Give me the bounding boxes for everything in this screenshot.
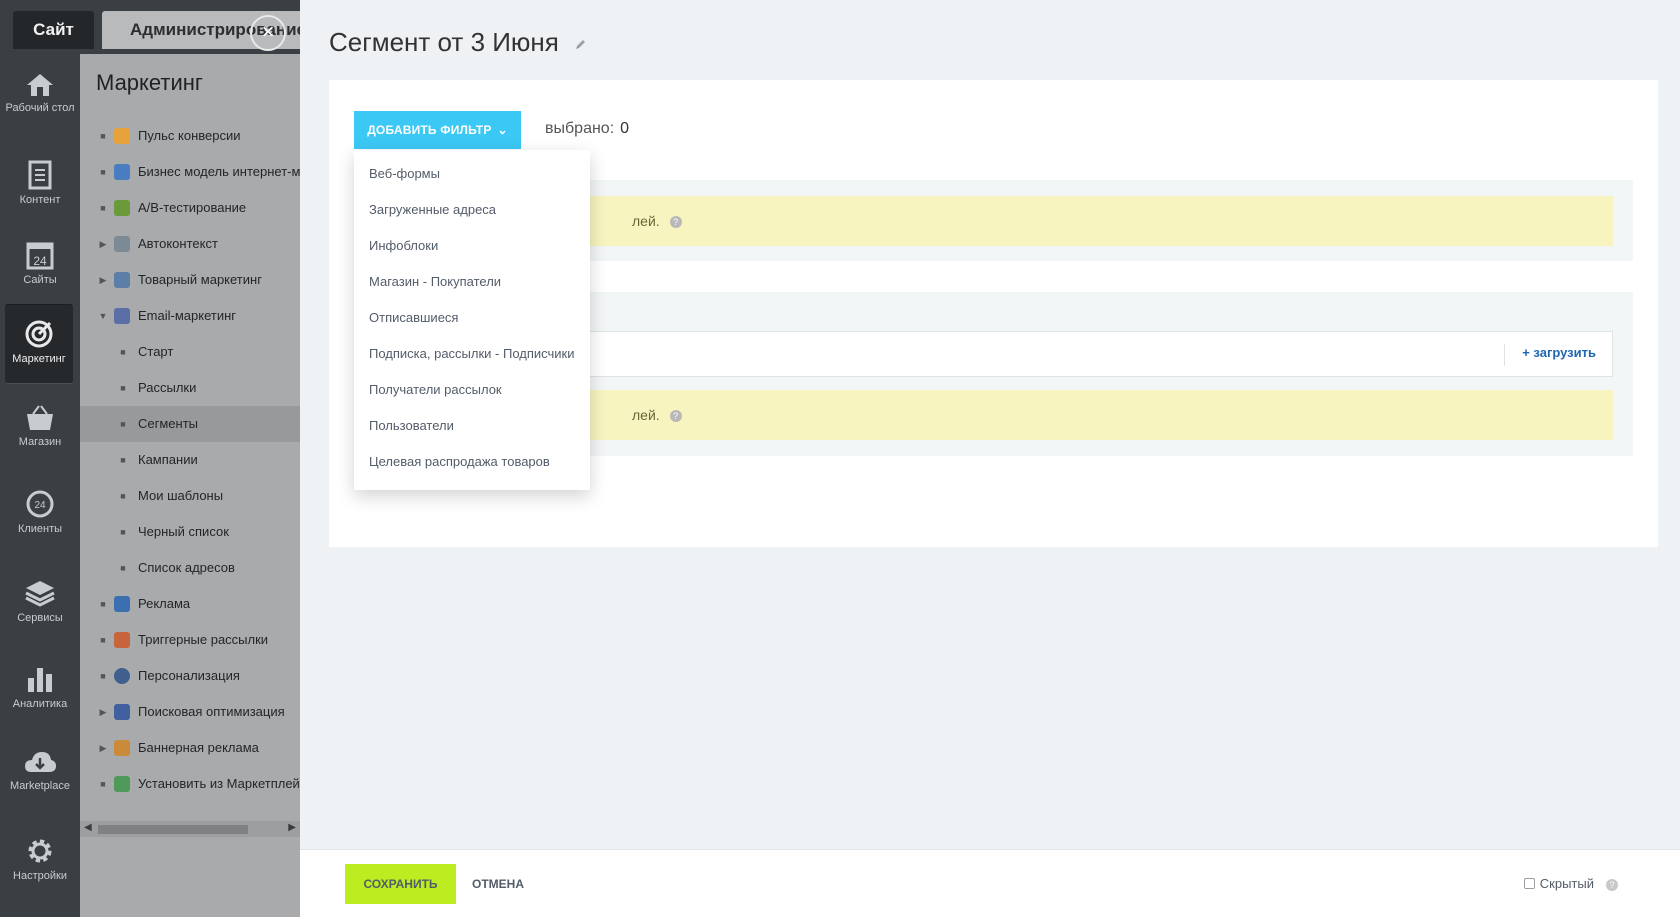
menu-item-conversion-pulse[interactable]: ■ Пульс конверсии [80,118,300,154]
menu-item-my-templates[interactable]: ■ Мои шаблоны [80,478,300,514]
dropdown-item-shop-buyers[interactable]: Магазин - Покупатели [354,264,590,300]
dropdown-item-subscribers[interactable]: Подписка, рассылки - Подписчики [354,336,590,372]
menu-horizontal-scrollbar[interactable]: ◀ ▶ [80,821,300,837]
svg-text:24: 24 [34,500,46,511]
rail-item-services[interactable]: Сервисы [0,564,80,644]
footer-bar: СОХРАНИТЬ ОТМЕНА Скрытый? [300,849,1680,917]
layers-icon [25,581,55,607]
menu-item-email-marketing[interactable]: ▼ Email-маркетинг [80,298,300,334]
trigger-mail-icon [114,632,130,648]
megaphone-icon [114,596,130,612]
close-slider-button[interactable]: × [250,15,286,51]
chevron-down-icon: ⌄ [497,123,508,137]
help-icon[interactable]: ? [669,410,682,423]
menu-item-banner-ads[interactable]: ▶ Баннерная реклама [80,730,300,766]
percent-icon [114,272,130,288]
svg-text:24: 24 [33,254,47,268]
rail-item-sites[interactable]: 24 Сайты [0,226,80,306]
menu-list: ■ Пульс конверсии ■ Бизнес модель интернет… [80,118,300,802]
checkbox-icon[interactable] [1523,878,1535,889]
icon-rail: Рабочий стол Контент 24 Сайты Маркетинг … [0,54,80,917]
hidden-checkbox[interactable]: Скрытый? [1523,876,1618,891]
scroll-left-arrow-icon[interactable]: ◀ [84,822,92,833]
scroll-right-arrow-icon[interactable]: ▶ [288,822,296,833]
page-title: Сегмент от 3 Июня [329,27,559,57]
menu-item-mailings[interactable]: ■ Рассылки [80,370,300,406]
scrollbar-thumb[interactable] [98,825,248,834]
cancel-button[interactable]: ОТМЕНА [472,864,524,904]
menu-item-product-marketing[interactable]: ▶ Товарный маркетинг [80,262,300,298]
cart-icon [114,776,130,792]
bar-chart-icon [28,668,52,692]
menu-item-advertising[interactable]: ■ Реклама [80,586,300,622]
cloud-download-icon [25,752,56,772]
rail-item-desktop[interactable]: Рабочий стол [0,58,80,138]
close-icon: × [261,19,275,44]
dropdown-item-uploaded-addresses[interactable]: Загруженные адреса [354,192,590,228]
ab-test-icon [114,200,130,216]
menu-item-trigger-mailings[interactable]: ■ Триггерные рассылки [80,622,300,658]
add-filter-dropdown: Веб-формы Загруженные адреса Инфоблоки М… [354,150,590,490]
menu-item-autocontext[interactable]: ▶ Автоконтекст [80,226,300,262]
tab-site[interactable]: Сайт [13,11,94,49]
save-button[interactable]: СОХРАНИТЬ [345,864,456,904]
basket-icon [27,405,53,430]
menu-item-address-list[interactable]: ■ Список адресов [80,550,300,586]
chart-image-icon [114,236,130,252]
dropdown-item-users[interactable]: Пользователи [354,408,590,444]
email-icon [114,308,130,324]
rail-item-marketing[interactable]: Маркетинг [5,304,73,384]
menu-item-personalization[interactable]: ■ Персонализация [80,658,300,694]
dropdown-item-web-forms[interactable]: Веб-формы [354,156,590,192]
clients-24-icon: 24 [26,490,54,518]
pencil-icon[interactable] [575,38,587,50]
upload-separator [1504,344,1505,366]
menu-title: Маркетинг [96,70,203,95]
funnel-icon [114,128,130,144]
menu-item-seo[interactable]: ▶ Поисковая оптимизация [80,694,300,730]
rail-item-marketplace[interactable]: Marketplace [0,734,80,814]
help-icon[interactable]: ? [669,216,682,229]
selected-counter: выбрано: 0 [545,120,630,137]
dropdown-item-mailing-recipients[interactable]: Получатели рассылок [354,372,590,408]
marketing-menu: Маркетинг ■ Пульс конверсии ■ Бизнес модел… [80,54,300,917]
dropdown-item-unsubscribed[interactable]: Отписавшиеся [354,300,590,336]
dropdown-item-targeted-sale[interactable]: Целевая распродажа товаров [354,444,590,480]
menu-item-marketplace-install[interactable]: ■ Установить из Маркетплейс [80,766,300,802]
menu-item-campaigns[interactable]: ■ Кампании [80,442,300,478]
target-icon [25,320,53,348]
menu-item-business-model[interactable]: ■Бизнес модель интернет-маркетинга [80,154,300,190]
rail-item-shop[interactable]: Магазин [0,390,80,470]
menu-item-ab-testing[interactable]: ■ A/B-тестирование [80,190,300,226]
gear-icon [28,839,52,863]
seo-icon [114,704,130,720]
document-icon [28,160,52,190]
rail-item-settings[interactable]: Настройки [0,822,80,902]
flag-icon [114,740,130,756]
rail-item-clients[interactable]: 24 Клиенты [0,475,80,555]
dropdown-item-infoblocks[interactable]: Инфоблоки [354,228,590,264]
business-model-icon [114,164,130,180]
calendar-24-icon: 24 [26,242,54,270]
upload-button[interactable]: + загрузить [1522,345,1596,360]
menu-item-blacklist[interactable]: ■ Черный список [80,514,300,550]
rail-item-analytics[interactable]: Аналитика [0,650,80,730]
rail-item-content[interactable]: Контент [0,146,80,226]
menu-item-start[interactable]: ■ Старт [80,334,300,370]
menu-item-segments[interactable]: ■ Сегменты [80,406,300,442]
home-icon [27,74,53,96]
help-icon[interactable]: ? [1606,879,1618,891]
add-filter-button[interactable]: ДОБАВИТЬ ФИЛЬТР ⌄ [354,111,521,149]
person-icon [114,668,130,684]
